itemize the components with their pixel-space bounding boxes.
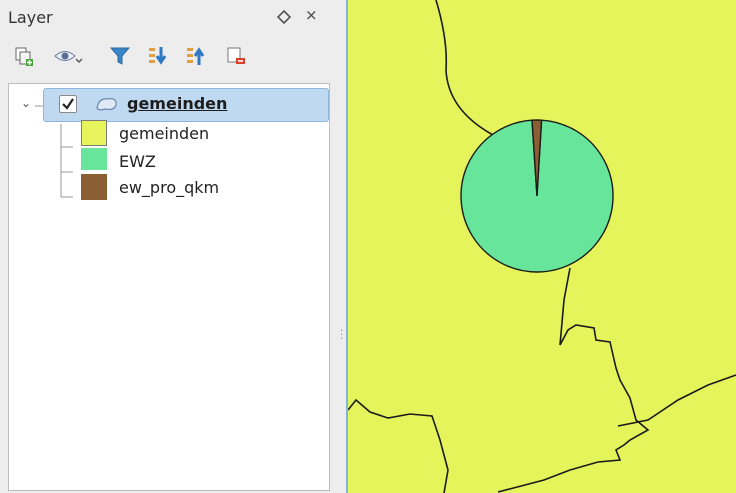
legend-label: EWZ [119,152,156,171]
collapse-all-icon[interactable] [182,42,208,68]
layer-tree: ⌄ gemeinden gemeinden EWZ ew_pro_qkm [8,83,330,491]
panel-splitter[interactable] [338,0,346,493]
layer-visibility-checkbox[interactable] [59,95,77,113]
legend-swatch-ew-pro-qkm [81,174,107,200]
map-drawing [348,0,736,493]
municipality-boundary [348,398,449,493]
legend-swatch-gemeinden [81,120,107,146]
expand-all-icon[interactable] [144,42,170,68]
municipality-boundary [497,267,650,493]
municipality-boundary [435,0,494,136]
legend-label: ew_pro_qkm [119,178,220,197]
layers-toolbar [10,42,250,70]
visibility-eye-icon[interactable] [50,42,84,68]
legend-label: gemeinden [119,124,210,143]
polygon-layer-icon [95,96,119,116]
float-panel-icon[interactable] [276,9,292,25]
close-panel-button[interactable]: × [305,6,318,24]
legend-swatch-ewz [81,148,107,170]
splitter-grip-icon[interactable]: · · · [340,327,343,345]
filter-icon[interactable] [106,42,132,68]
map-canvas[interactable] [346,0,736,493]
panel-title: Layer [8,8,53,27]
layer-name[interactable]: gemeinden [127,94,227,113]
layers-panel: Layer × ⌄ gemeinden gemeinden EWZ ew_pro… [0,0,338,493]
pie-chart-symbol [460,119,614,273]
add-group-icon[interactable] [10,42,36,68]
remove-layer-icon[interactable] [222,42,248,68]
